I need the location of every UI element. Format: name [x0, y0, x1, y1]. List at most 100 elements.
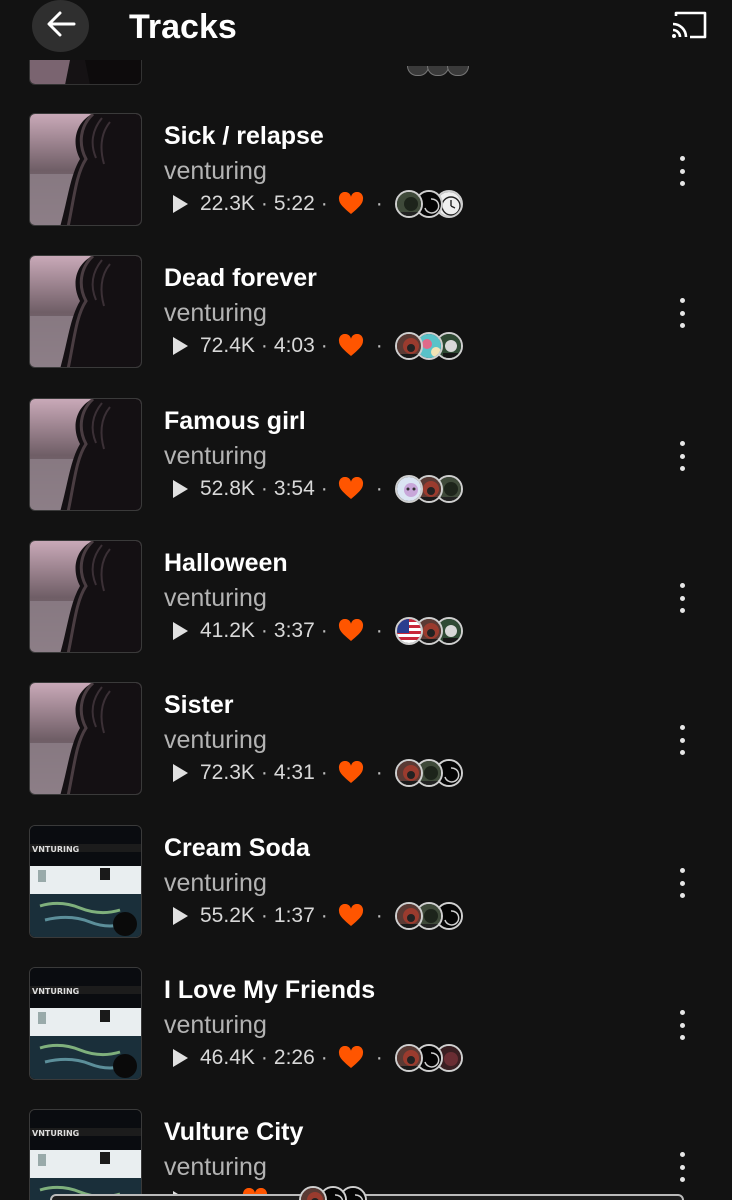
separator-dot: · [375, 619, 383, 642]
separator-dot: · [260, 477, 268, 500]
track-stats: 55.2K · 1:37 · · [170, 901, 471, 931]
track-artwork[interactable]: VNTURING [29, 825, 142, 938]
track-row[interactable]: Famous girl venturing 52.8K · 3:54 · · [0, 398, 732, 540]
liker-avatars[interactable] [299, 1185, 375, 1200]
avatar [394, 332, 423, 360]
track-duration: 5:22 [273, 192, 315, 215]
track-duration: 4:31 [273, 761, 315, 784]
more-options-button[interactable] [666, 153, 698, 189]
separator-dot: · [260, 1046, 268, 1069]
liker-avatars[interactable] [394, 758, 471, 788]
separator-dot: · [375, 192, 383, 215]
liker-avatars[interactable] [394, 474, 471, 504]
svg-text:VNTURING: VNTURING [32, 1129, 79, 1138]
avatar [394, 1044, 423, 1072]
svg-text:VNTURING: VNTURING [32, 987, 79, 996]
track-duration: 3:37 [273, 619, 315, 642]
avatar [394, 190, 423, 218]
track-row[interactable]: Halloween venturing 41.2K · 3:37 · · [0, 540, 732, 682]
track-row[interactable]: VNTURING Cream Soda venturing 55.2K · 1:37 · · [0, 825, 732, 967]
cast-icon [670, 10, 708, 45]
track-artist[interactable]: venturing [164, 725, 267, 755]
more-options-button[interactable] [666, 865, 698, 901]
heart-icon[interactable] [338, 477, 364, 501]
avatar [299, 1186, 327, 1200]
track-row[interactable]: Sick / relapse venturing 22.3K · 5:22 · · [0, 113, 732, 255]
avatar [394, 759, 423, 787]
heart-icon[interactable] [338, 761, 364, 785]
separator-dot: · [260, 761, 268, 784]
track-stats: 72.3K · 4:31 · · [170, 758, 471, 788]
back-button[interactable] [32, 0, 89, 52]
separator-dot: · [375, 477, 383, 500]
play-count: 41.2K [200, 619, 255, 642]
track-artwork[interactable] [29, 682, 142, 795]
separator-dot: · [320, 192, 328, 215]
play-count: 55.2K [200, 904, 255, 927]
track-artist[interactable]: venturing [164, 1010, 267, 1040]
separator-dot: · [260, 334, 268, 357]
liker-avatars[interactable] [394, 616, 471, 646]
track-stats: 22.3K · 5:22 · · [170, 189, 471, 219]
separator-dot: · [375, 761, 383, 784]
avatar [394, 902, 423, 930]
heart-icon[interactable] [338, 904, 364, 928]
separator-dot: · [260, 192, 268, 215]
play-count: 72.4K [200, 334, 255, 357]
arrow-left-icon [46, 11, 76, 42]
track-artwork[interactable] [29, 255, 142, 368]
liker-avatars[interactable] [394, 1043, 471, 1073]
cast-button[interactable] [668, 10, 710, 44]
separator-dot: · [320, 334, 328, 357]
more-options-button[interactable] [666, 1007, 698, 1043]
track-title: Cream Soda [164, 834, 310, 862]
liker-avatars[interactable] [394, 331, 471, 361]
play-count: 72.3K [200, 761, 255, 784]
more-options-button[interactable] [666, 1149, 698, 1185]
track-title: Sister [164, 691, 234, 719]
separator-dot: · [260, 619, 268, 642]
track-duration: 3:54 [273, 477, 315, 500]
track-row[interactable]: Dead forever venturing 72.4K · 4:03 · · [0, 255, 732, 397]
heart-icon[interactable] [338, 192, 364, 216]
more-options-button[interactable] [666, 580, 698, 616]
track-artist[interactable]: venturing [164, 298, 267, 328]
track-artist[interactable]: venturing [164, 583, 267, 613]
track-row[interactable]: VNTURING I Love My Friends venturing 46.4K ·… [0, 967, 732, 1109]
bottom-sheet-handle[interactable] [50, 1194, 684, 1200]
track-title: Vulture City [164, 1118, 304, 1146]
heart-icon[interactable] [338, 334, 364, 358]
track-artwork[interactable]: VNTURING [29, 1109, 142, 1200]
separator-dot: · [260, 904, 268, 927]
heart-icon[interactable] [338, 619, 364, 643]
track-artwork[interactable]: VNTURING [29, 967, 142, 1080]
track-artwork[interactable] [29, 540, 142, 653]
play-count-icon [170, 1047, 190, 1069]
top-app-bar: Tracks [0, 0, 732, 60]
track-title: Halloween [164, 549, 288, 577]
play-count-icon [170, 193, 190, 215]
more-options-button[interactable] [666, 438, 698, 474]
track-row[interactable]: VNTURINGVulture Cityventuring··· [0, 1109, 732, 1200]
track-artist[interactable]: venturing [164, 868, 267, 898]
track-artist[interactable]: venturing [164, 1152, 267, 1182]
heart-icon[interactable] [338, 1046, 364, 1070]
separator-dot: · [320, 904, 328, 927]
separator-dot: · [375, 904, 383, 927]
track-row[interactable]: Sister venturing 72.3K · 4:31 · · [0, 682, 732, 824]
track-artwork[interactable] [29, 398, 142, 511]
track-stats: 72.4K · 4:03 · · [170, 331, 471, 361]
track-duration: 1:37 [273, 904, 315, 927]
track-title: Dead forever [164, 264, 317, 292]
liker-avatars[interactable] [394, 189, 471, 219]
play-count-icon [170, 905, 190, 927]
track-artist[interactable]: venturing [164, 441, 267, 471]
more-options-button[interactable] [666, 722, 698, 758]
track-title: Famous girl [164, 407, 306, 435]
more-options-button[interactable] [666, 295, 698, 331]
track-artwork[interactable] [29, 113, 142, 226]
track-stats: 46.4K · 2:26 · · [170, 1043, 471, 1073]
liker-avatars[interactable] [394, 901, 471, 931]
track-artist[interactable]: venturing [164, 156, 267, 186]
track-title: I Love My Friends [164, 976, 376, 1004]
